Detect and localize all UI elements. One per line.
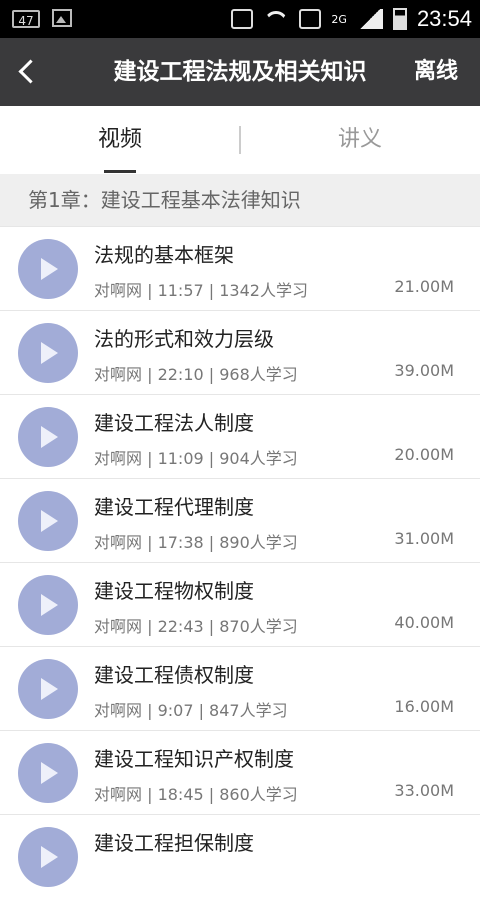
play-icon[interactable] [18,323,78,383]
item-size: 39.00M [394,361,454,380]
play-icon[interactable] [18,575,78,635]
page-title: 建设工程法规及相关知识 [113,59,367,85]
list-item[interactable]: 建设工程代理制度 对啊网 | 17:38 | 890人学习 31.00M [0,478,480,562]
status-bar: 47 2G 23:54 [0,0,480,38]
title-bar: 建设工程法规及相关知识 离线 [0,38,480,106]
item-title: 建设工程担保制度 [94,831,254,855]
item-title: 建设工程知识产权制度 [94,747,294,771]
video-list: 法规的基本框架 对啊网 | 11:57 | 1342人学习 21.00M 法的形… [0,226,480,898]
back-arrow-icon[interactable] [10,54,46,90]
list-item[interactable]: 建设工程法人制度 对啊网 | 11:09 | 904人学习 20.00M [0,394,480,478]
play-icon[interactable] [18,827,78,887]
active-tab-indicator [104,170,136,173]
item-size: 31.00M [394,529,454,548]
list-item[interactable]: 建设工程担保制度 [0,814,480,898]
item-title: 法的形式和效力层级 [94,327,274,351]
play-icon[interactable] [18,743,78,803]
image-icon [52,9,72,27]
item-meta: 对啊网 | 22:10 | 968人学习 [94,365,298,384]
play-icon[interactable] [18,491,78,551]
item-size: 40.00M [394,613,454,632]
item-size: 21.00M [394,277,454,296]
play-icon[interactable] [18,407,78,467]
tab-bar: 视频 讲义 [0,106,480,175]
notification-count-icon: 47 [12,10,40,28]
item-title: 法规的基本框架 [94,243,234,267]
item-title: 建设工程债权制度 [94,663,254,687]
item-meta: 对啊网 | 17:38 | 890人学习 [94,533,298,552]
offline-button[interactable]: 离线 [414,38,458,106]
signal-icon [356,9,383,29]
list-item[interactable]: 建设工程物权制度 对啊网 | 22:43 | 870人学习 40.00M [0,562,480,646]
tab-handout[interactable]: 讲义 [240,106,480,174]
play-icon[interactable] [18,659,78,719]
item-title: 建设工程法人制度 [94,411,254,435]
item-size: 16.00M [394,697,454,716]
item-meta: 对啊网 | 22:43 | 870人学习 [94,617,298,636]
list-item[interactable]: 建设工程知识产权制度 对啊网 | 18:45 | 860人学习 33.00M [0,730,480,814]
item-size: 20.00M [394,445,454,464]
item-size: 33.00M [394,781,454,800]
status-icons: 2G 23:54 [231,0,472,38]
item-meta: 对啊网 | 9:07 | 847人学习 [94,701,288,720]
battery-icon [392,8,407,30]
clock: 23:54 [416,6,472,31]
item-meta: 对啊网 | 11:09 | 904人学习 [94,449,298,468]
item-title: 建设工程代理制度 [94,495,254,519]
sim-icon [299,9,322,29]
item-meta: 对啊网 | 18:45 | 860人学习 [94,785,298,804]
list-item[interactable]: 法的形式和效力层级 对啊网 | 22:10 | 968人学习 39.00M [0,310,480,394]
network-type: 2G [331,12,347,26]
wifi-icon [263,9,289,29]
list-item[interactable]: 建设工程债权制度 对啊网 | 9:07 | 847人学习 16.00M [0,646,480,730]
item-meta: 对啊网 | 11:57 | 1342人学习 [94,281,308,300]
list-item[interactable]: 法规的基本框架 对啊网 | 11:57 | 1342人学习 21.00M [0,226,480,310]
tab-video[interactable]: 视频 [0,106,240,174]
chapter-header[interactable]: 第1章：建设工程基本法律知识 [0,174,480,226]
item-title: 建设工程物权制度 [94,579,254,603]
play-icon[interactable] [18,239,78,299]
vibrate-icon [231,9,254,29]
